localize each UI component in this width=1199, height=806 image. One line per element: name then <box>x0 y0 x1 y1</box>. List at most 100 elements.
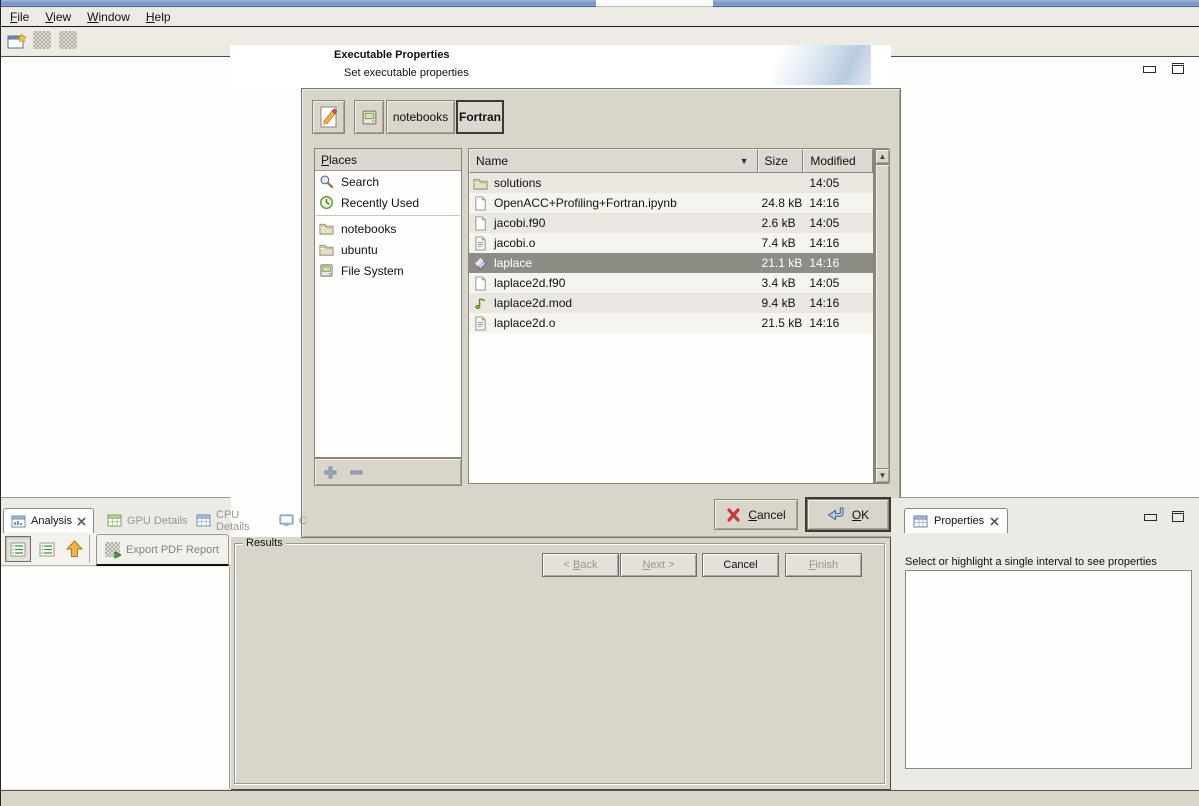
file-rows: solutions 14:05 OpenACC+Profiling+Fortran.… <box>469 173 873 333</box>
file-row-jacobi.f90[interactable]: jacobi.f902.6 kB14:05 <box>469 213 873 233</box>
file-name: laplace2d.mod <box>494 296 572 310</box>
place-item-recently-used[interactable]: Recently Used <box>315 192 461 213</box>
file-row-jacobi.o[interactable]: jacobi.o7.4 kB14:16 <box>469 233 873 253</box>
close-icon[interactable] <box>990 517 999 526</box>
file-size: 24.8 kB <box>758 196 804 210</box>
tab-analysis[interactable]: Analysis <box>3 508 94 533</box>
minimize-icon[interactable] <box>1143 66 1156 73</box>
type-filename-button[interactable] <box>312 100 345 134</box>
cancel-button[interactable]: Cancel <box>702 553 779 577</box>
place-item-ubuntu[interactable]: ubuntu <box>315 239 461 260</box>
cancel-button[interactable]: Cancel <box>714 499 798 530</box>
file-row-laplace2d.mod[interactable]: laplace2d.mod9.4 kB14:16 <box>469 293 873 313</box>
ok-label: OK <box>852 508 869 522</box>
file-list-scrollbar[interactable]: ▲ ▼ <box>874 148 889 484</box>
scroll-up-icon[interactable]: ▲ <box>875 149 890 164</box>
tab-label: Properties <box>934 515 984 527</box>
gpu-details-icon <box>107 514 122 527</box>
new-session-icon <box>7 33 27 50</box>
folder-icon <box>473 176 488 191</box>
file-modified: 14:16 <box>803 196 873 210</box>
tab-label: Analysis <box>31 515 72 527</box>
wizard-banner-graphic <box>770 45 871 85</box>
tab-gpu-details[interactable]: GPU Details <box>100 508 195 533</box>
file-size: 3.4 kB <box>758 276 804 290</box>
column-header-modified[interactable]: Modified <box>803 149 873 173</box>
column-header-name[interactable]: Name ▼ <box>469 149 758 173</box>
list-view-icon <box>10 542 26 557</box>
maximize-icon[interactable] <box>1172 511 1184 522</box>
file-name-cell: laplace2d.o <box>469 316 758 331</box>
file-icon <box>473 196 488 211</box>
scrollbar-thumb[interactable] <box>875 164 890 470</box>
guided-analysis-view-button[interactable] <box>5 536 31 562</box>
menu-help[interactable]: Help <box>146 10 171 24</box>
analysis-panel: AnalysisGPU DetailsCPU DetailsC <box>1 498 231 790</box>
file-modified: 14:05 <box>803 216 873 230</box>
maximize-icon[interactable] <box>1172 63 1184 74</box>
column-header-size[interactable]: Size <box>758 149 804 173</box>
place-item-file-system[interactable]: File System <box>315 260 461 281</box>
places-header[interactable]: Places <box>315 149 461 171</box>
path-label: Fortran <box>459 110 501 124</box>
close-icon[interactable] <box>77 517 86 526</box>
file-icon <box>473 216 488 231</box>
executable-icon <box>473 256 488 271</box>
file-list-header: Name ▼ Size Modified <box>469 149 873 173</box>
file-size: 21.5 kB <box>758 316 804 330</box>
file-name: jacobi.o <box>494 236 535 250</box>
path-button-fortran[interactable]: Fortran <box>456 100 504 134</box>
add-place-icon[interactable] <box>324 466 337 479</box>
back-button[interactable]: < Back <box>542 553 619 577</box>
menu-file[interactable]: File <box>10 10 29 24</box>
place-label: Recently Used <box>341 196 419 210</box>
file-modified: 14:05 <box>803 176 873 190</box>
next-button[interactable]: Next > <box>620 553 697 577</box>
object-file-icon <box>473 236 488 251</box>
ok-button[interactable]: OK <box>807 499 889 530</box>
wizard-subtitle: Set executable properties <box>344 67 469 79</box>
disabled-toolbar-icon <box>59 31 77 49</box>
file-name: jacobi.f90 <box>494 216 545 230</box>
tab-cpu-details[interactable]: CPU Details <box>189 508 257 533</box>
finish-button[interactable]: Finish <box>785 553 862 577</box>
place-label: Search <box>341 175 379 189</box>
ok-arrow-icon <box>827 507 845 522</box>
properties-hint: Select or highlight a single interval to… <box>905 556 1157 568</box>
wizard-results-area: Results < Back Next >Cancel Finish <box>230 537 891 790</box>
menu-view[interactable]: View <box>45 10 71 24</box>
minimize-icon[interactable] <box>1144 514 1157 521</box>
drive-path-button[interactable] <box>354 100 384 134</box>
pencil-icon <box>319 106 339 129</box>
tab-c[interactable]: C <box>272 508 314 533</box>
button-label: Finish <box>809 559 838 571</box>
analysis-icon <box>11 515 26 528</box>
wizard-banner: Executable Properties Set executable pro… <box>230 45 891 88</box>
file-row-laplace2d.f90[interactable]: laplace2d.f903.4 kB14:05 <box>469 273 873 293</box>
unguided-analysis-view-button[interactable] <box>34 536 60 562</box>
export-pdf-report-button[interactable]: Export PDF Report <box>96 534 229 566</box>
analysis-content <box>1 567 230 789</box>
list-view-icon <box>39 542 55 557</box>
path-button-notebooks[interactable]: notebooks <box>386 100 455 134</box>
file-row-OpenACC+Profiling+Fortran.ipynb[interactable]: OpenACC+Profiling+Fortran.ipynb24.8 kB14… <box>469 193 873 213</box>
folder-icon <box>319 221 334 236</box>
tab-properties[interactable]: Properties <box>904 508 1008 533</box>
file-name: laplace2d.o <box>494 316 555 330</box>
menu-window[interactable]: Window <box>87 10 130 24</box>
new-session-button[interactable] <box>6 31 28 51</box>
up-level-button[interactable] <box>61 536 87 562</box>
results-group-box: Results <box>234 543 885 784</box>
remove-place-icon[interactable] <box>350 466 363 479</box>
place-item-notebooks[interactable]: notebooks <box>315 218 461 239</box>
place-item-search[interactable]: Search <box>315 171 461 192</box>
file-row-laplace[interactable]: laplace21.1 kB14:16 <box>469 253 873 273</box>
wizard-title: Executable Properties <box>334 49 450 61</box>
file-row-laplace2d.o[interactable]: laplace2d.o21.5 kB14:16 <box>469 313 873 333</box>
file-row-solutions[interactable]: solutions 14:05 <box>469 173 873 193</box>
places-toolbar <box>314 458 462 486</box>
scroll-down-icon[interactable]: ▼ <box>875 468 890 483</box>
file-modified: 14:16 <box>803 296 873 310</box>
file-name: solutions <box>494 176 541 190</box>
button-label: < Back <box>564 559 598 571</box>
